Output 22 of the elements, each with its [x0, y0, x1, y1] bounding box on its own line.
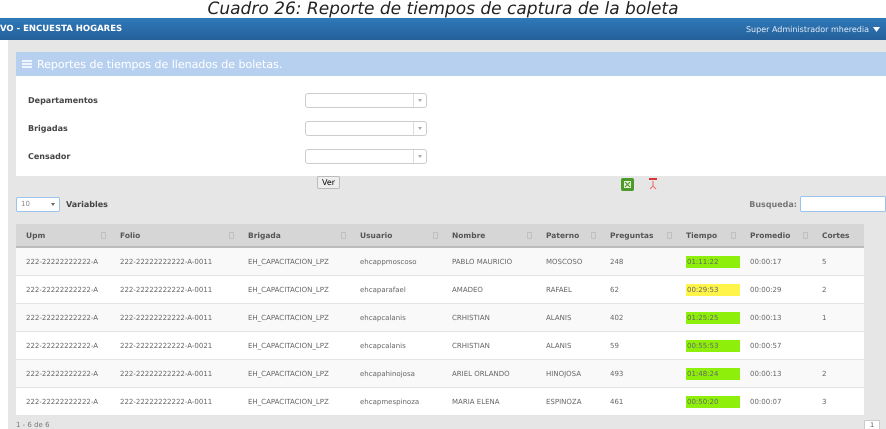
caret-icon: [418, 98, 422, 102]
menu-icon: [22, 60, 32, 68]
app-title: VO - ENCUESTA HOGARES: [0, 24, 122, 34]
caret-icon[interactable]: [873, 26, 880, 32]
select-field[interactable]: [305, 120, 427, 136]
page-size-label: Variables: [66, 200, 108, 208]
select-field[interactable]: [305, 148, 427, 164]
panel-title: Reportes de tiempos de llenados de boletas.: [37, 58, 282, 70]
filter-label: Censador: [28, 152, 72, 160]
filter-label: Departamentos: [28, 96, 99, 104]
select-field[interactable]: [305, 92, 427, 108]
caret-icon: [418, 154, 422, 158]
ver-button[interactable]: Ver: [317, 176, 340, 189]
user-name[interactable]: Super Administrador mheredia: [746, 24, 869, 34]
figure-caption: Cuadro 26: Reporte de tiempos de captura de la boleta: [206, 0, 680, 18]
excel-icon[interactable]: [621, 178, 634, 190]
caret-icon: [51, 202, 55, 206]
filter-label: Brigadas: [28, 124, 69, 132]
caret-icon: [418, 126, 422, 130]
pdf-icon[interactable]: [648, 178, 658, 190]
search-field[interactable]: [800, 196, 886, 212]
search-label: Busqueda:: [749, 200, 797, 208]
